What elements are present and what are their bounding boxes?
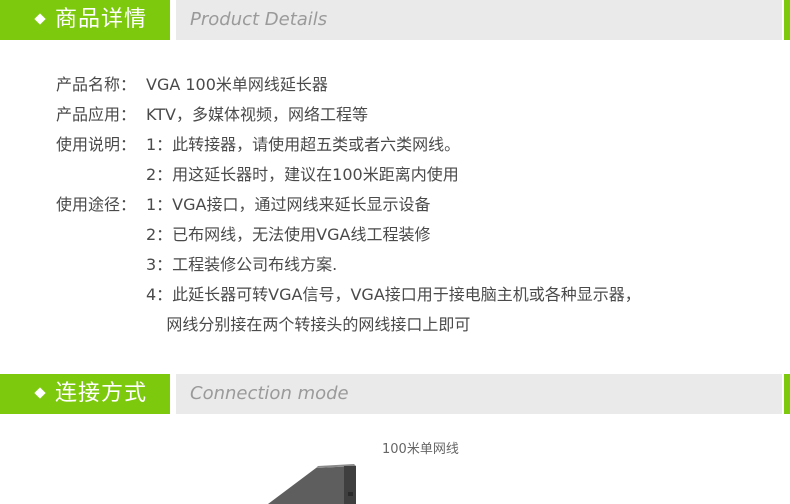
extender-device-image [268, 464, 356, 504]
detail-value: KTV，多媒体视频，网络工程等 [146, 105, 368, 124]
section-title-en: Product Details [190, 9, 328, 30]
section-header-product-details: 商品详情 Product Details [0, 0, 790, 40]
section-tab-cn: 商品详情 [0, 0, 170, 40]
section-header-connection-mode: 连接方式 Connection mode [0, 374, 790, 414]
accent-bar [784, 374, 790, 414]
detail-key: 产品应用： [56, 105, 137, 124]
accent-bar [784, 0, 790, 40]
section-tab-cn: 连接方式 [0, 374, 170, 414]
detail-key: 使用说明： [56, 135, 137, 154]
detail-value: 2：用这延长器时，建议在100米距离内使用 [146, 165, 459, 184]
detail-key: 使用途径： [56, 195, 137, 214]
section-title-cn: 连接方式 [55, 381, 148, 406]
detail-value: 1：此转接器，请使用超五类或者六类网线。 [146, 135, 461, 154]
diagram-caption: 100米单网线 [382, 442, 459, 457]
detail-value: 网线分别接在两个转接头的网线接口上即可 [146, 315, 471, 334]
section-band-en: Product Details [176, 0, 782, 40]
diamond-icon [34, 387, 46, 399]
section-title-cn: 商品详情 [55, 7, 148, 32]
detail-value: 2：已布网线，无法使用VGA线工程装修 [146, 225, 431, 244]
section-title-en: Connection mode [190, 383, 349, 404]
detail-key: 产品名称： [56, 75, 137, 94]
detail-value: 3：工程装修公司布线方案. [146, 255, 338, 274]
detail-value: 4：此延长器可转VGA信号，VGA接口用于接电脑主机或各种显示器， [146, 285, 641, 304]
detail-value: 1：VGA接口，通过网线来延长显示设备 [146, 195, 431, 214]
section-band-en: Connection mode [176, 374, 782, 414]
detail-value: VGA 100米单网线延长器 [146, 75, 328, 94]
diamond-icon [34, 13, 46, 25]
